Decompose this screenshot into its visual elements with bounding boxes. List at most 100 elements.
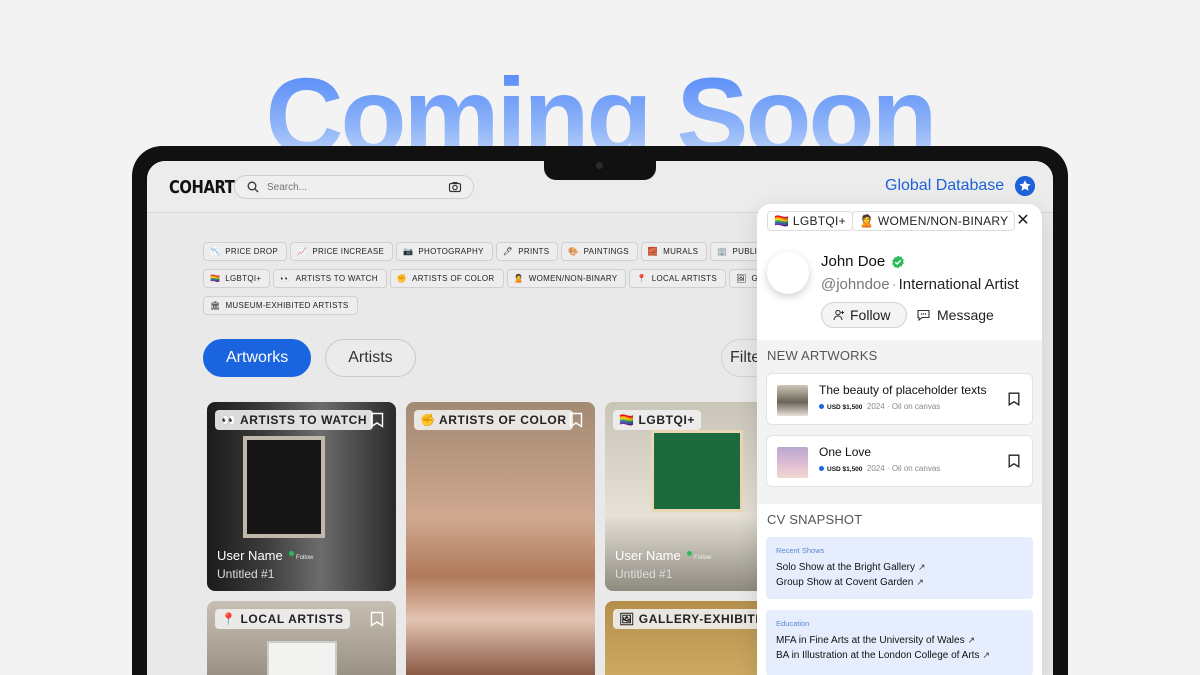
fist-icon: ✊ <box>396 274 408 283</box>
card-follow-link[interactable]: Follow <box>296 555 313 561</box>
view-tabs: Artworks Artists <box>203 339 430 377</box>
chip-price-drop[interactable]: 📉 PRICE DROP <box>203 242 288 261</box>
artist-role: International Artist <box>898 276 1019 293</box>
recent-show-item[interactable]: Solo Show at the Bright Gallery ↗ <box>776 562 926 573</box>
artist-profile: John Doe @johndoe · International Artist F… <box>757 240 1042 340</box>
education-item[interactable]: BA in Illustration at the London College… <box>776 650 990 661</box>
artwork-meta: USD $1,500 2024 · Oil on canvas <box>819 464 940 473</box>
chip-label: MURALS <box>663 247 699 256</box>
chip-artists-to-watch[interactable]: 👀 ARTISTS TO WATCH <box>273 269 387 288</box>
meta-separator: · <box>886 464 890 473</box>
artwork-title: One Love <box>819 445 872 459</box>
chip-price-increase[interactable]: 📈 PRICE INCREASE <box>290 242 394 261</box>
education-text: BA in Illustration at the London College… <box>776 650 980 661</box>
artwork-card[interactable]: 📍 LOCAL ARTISTS <box>207 601 396 675</box>
chip-photography[interactable]: 📷 PHOTOGRAPHY <box>396 242 493 261</box>
chip-artists-of-color[interactable]: ✊ ARTISTS OF COLOR <box>389 269 504 288</box>
star-badge-icon[interactable] <box>1015 176 1035 196</box>
external-link-icon: ↗ <box>917 562 926 572</box>
price-drop-icon: 📉 <box>210 247 221 256</box>
chip-murals[interactable]: 🧱 MURALS <box>640 242 708 261</box>
chip-women-non-binary[interactable]: 🙎 WOMEN/NON-BINARY <box>506 269 627 288</box>
chip-prints[interactable]: 🖊 PRINTS <box>495 242 559 261</box>
bookmark-icon[interactable] <box>1008 454 1020 468</box>
filter-button[interactable]: Filte <box>721 339 761 377</box>
verified-badge-icon <box>892 255 904 269</box>
chip-local-artists[interactable]: 📍 LOCAL ARTISTS <box>629 269 726 288</box>
meta-separator: · <box>886 402 890 411</box>
card-username[interactable]: User Name <box>615 548 681 563</box>
global-database-link[interactable]: Global Database <box>885 177 1004 195</box>
search-input[interactable] <box>267 179 437 195</box>
artwork-title: The beauty of placeholder texts <box>819 383 987 397</box>
card-follow-link[interactable]: Follow <box>694 555 711 561</box>
avatar[interactable] <box>767 252 809 294</box>
pin-icon: 📍 <box>636 274 647 283</box>
artist-handle: @johndoe <box>821 276 890 293</box>
recent-shows-label: Recent Shows <box>776 546 825 555</box>
artwork-thumbnail <box>777 447 808 478</box>
bookmark-icon[interactable] <box>569 412 583 428</box>
chip-paintings[interactable]: 🎨 PAINTINGS <box>561 242 638 261</box>
card-username[interactable]: User Name <box>217 548 283 563</box>
artwork-medium: Oil on canvas <box>891 402 941 411</box>
card-tag: 🏳️‍🌈 LGBTQI+ <box>613 410 702 430</box>
follow-button[interactable]: Follow <box>821 302 907 328</box>
recent-show-item[interactable]: Group Show at Covent Garden ↗ <box>776 577 924 588</box>
chip-label: PAINTINGS <box>583 247 629 256</box>
artwork-thumbnail <box>777 385 808 416</box>
artist-name[interactable]: John Doe <box>821 253 885 270</box>
message-button[interactable]: Message <box>917 302 994 328</box>
education-item[interactable]: MFA in Fine Arts at the University of Wa… <box>776 635 975 646</box>
artwork-price: USD $1,500 <box>827 404 863 411</box>
bookmark-icon[interactable] <box>370 611 384 627</box>
card-title: Untitled #1 <box>217 567 275 581</box>
artwork-card[interactable]: 🖼 GALLERY-EXHIBITED <box>605 601 765 675</box>
online-dot <box>687 551 692 556</box>
chip-label: PRICE INCREASE <box>312 247 385 256</box>
tab-artworks[interactable]: Artworks <box>203 339 312 377</box>
external-link-icon: ↗ <box>982 650 991 660</box>
camera-search-icon[interactable] <box>448 180 462 194</box>
artwork-image <box>267 641 337 675</box>
artwork-medium: Oil on canvas <box>891 464 941 473</box>
handle-separator: · <box>891 276 897 293</box>
tab-artists[interactable]: Artists <box>325 339 416 377</box>
artist-handle-line: @johndoe · International Artist <box>821 276 1019 293</box>
card-tag: 📍 LOCAL ARTISTS <box>215 609 350 629</box>
search-bar[interactable] <box>234 175 474 199</box>
message-icon <box>917 309 930 321</box>
panel-chip-women-non-binary[interactable]: 🙎 WOMEN/NON-BINARY <box>852 211 1016 231</box>
price-dot <box>819 404 824 409</box>
search-icon <box>247 181 259 193</box>
chip-lgbtqi[interactable]: 🏳️‍🌈 LGBTQI+ <box>203 269 271 288</box>
bookmark-icon[interactable] <box>370 412 384 428</box>
cohart-logo[interactable]: COHART <box>169 177 235 198</box>
panel-chip-lgbtqi[interactable]: 🏳️‍🌈 LGBTQI+ <box>767 211 853 231</box>
chip-label: MUSEUM-EXHIBITED ARTISTS <box>225 301 349 310</box>
brick-icon: 🧱 <box>647 247 659 256</box>
close-icon[interactable]: ✕ <box>1014 212 1032 230</box>
chip-label: WOMEN/NON-BINARY <box>528 274 618 283</box>
recent-show-text: Solo Show at the Bright Gallery <box>776 562 915 573</box>
palette-icon: 🎨 <box>568 247 579 256</box>
chip-museum-exhibited[interactable]: 🏛 MUSEUM-EXHIBITED ARTISTS <box>203 296 358 315</box>
artist-profile-panel: 🏳️‍🌈 LGBTQI+ 🙎 WOMEN/NON-BINARY ✕ John D… <box>757 204 1042 675</box>
chip-label: ARTISTS OF COLOR <box>412 274 495 283</box>
cv-snapshot-header: CV SNAPSHOT <box>767 512 863 527</box>
card-tag: 🖼 GALLERY-EXHIBITED <box>613 609 765 629</box>
artwork-year: 2024 <box>866 464 885 473</box>
artwork-card[interactable]: 👀 ARTISTS TO WATCH User Name Follow Unti… <box>207 402 396 591</box>
artwork-card[interactable]: 🏳️‍🌈 LGBTQI+ User Name Follow Untitled #… <box>605 402 765 591</box>
card-title: Untitled #1 <box>615 567 673 581</box>
artwork-card[interactable]: ✊ ARTISTS OF COLOR <box>406 402 595 675</box>
card-tag: ✊ ARTISTS OF COLOR <box>414 410 573 430</box>
add-user-icon <box>833 309 844 321</box>
artwork-list-item[interactable]: One Love USD $1,500 2024 · Oil on canvas <box>766 435 1033 487</box>
artwork-list-item[interactable]: The beauty of placeholder texts USD $1,5… <box>766 373 1033 425</box>
rainbow-flag-icon: 🏳️‍🌈 <box>210 274 221 283</box>
education-text: MFA in Fine Arts at the University of Wa… <box>776 635 965 646</box>
external-link-icon: ↗ <box>916 577 924 587</box>
bookmark-icon[interactable] <box>1008 392 1020 406</box>
education-box: Education MFA in Fine Arts at the Univer… <box>766 610 1033 675</box>
